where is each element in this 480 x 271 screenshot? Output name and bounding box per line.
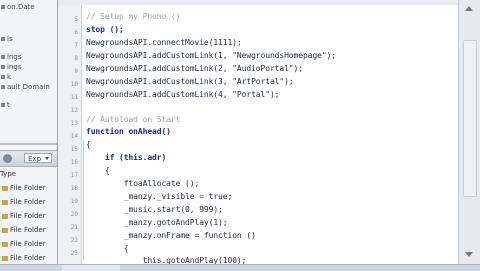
- code-line: // Autoload on Start: [86, 115, 181, 124]
- line-number: 6: [74, 29, 78, 36]
- expand-icon: [1, 102, 5, 107]
- folder-icon: [2, 227, 8, 233]
- line-number: 5: [74, 16, 78, 23]
- panel-divider[interactable]: [0, 143, 57, 145]
- line-number: 15: [70, 146, 78, 153]
- scroll-down-icon[interactable]: [465, 252, 473, 257]
- tree-item[interactable]: ault Domain: [0, 82, 50, 93]
- view-dropdown[interactable]: Exp: [24, 153, 52, 163]
- code-line: _manzy.onFrame = function (): [86, 231, 256, 240]
- line-number: 14: [70, 133, 78, 140]
- list-item[interactable]: File Folder: [0, 251, 57, 265]
- expand-icon: [1, 54, 5, 59]
- code-line: _music.start(0, 999);: [86, 205, 223, 214]
- line-number: 11: [70, 94, 78, 101]
- code-line: // Setup my Phono (): [86, 12, 181, 21]
- expand-icon: [1, 4, 5, 9]
- explorer-panel: on.Date ls ings ings k ault Domain t Exp…: [0, 0, 58, 270]
- line-number: 19: [70, 198, 78, 205]
- code-line: ftoaAllocate ();: [86, 179, 200, 188]
- folder-icon: [2, 213, 8, 219]
- line-number: 22: [70, 237, 78, 244]
- list-item[interactable]: File Folder: [0, 181, 57, 195]
- expand-icon: [1, 74, 5, 79]
- list-item[interactable]: File Folder: [0, 237, 57, 251]
- line-number: 7: [74, 42, 78, 49]
- folder-icon: [2, 199, 8, 205]
- bottom-tab[interactable]: [62, 265, 120, 271]
- line-number: 17: [70, 172, 78, 179]
- column-header-type[interactable]: Type: [0, 167, 57, 181]
- line-number: 16: [70, 159, 78, 166]
- code-line: function onAhead(): [86, 127, 171, 136]
- line-number: 20: [70, 211, 78, 218]
- line-number: 21: [70, 224, 78, 231]
- line-number: 18: [70, 185, 78, 192]
- code-line: NewgroundsAPI.addCustomLink(1, "Newgroun…: [86, 51, 336, 60]
- scroll-thumb[interactable]: [463, 40, 477, 197]
- fold-guide: [83, 140, 84, 260]
- folder-icon: [2, 255, 8, 261]
- expand-icon: [1, 84, 5, 89]
- code-line: if (this.adr): [86, 153, 167, 162]
- list-item[interactable]: File Folder: [0, 209, 57, 223]
- tree-item[interactable]: on.Date: [0, 2, 35, 13]
- line-number-gutter: 5 6 7 8 9 10 11 12 13 14 15 16 17 18 19 …: [58, 5, 82, 264]
- code-line: NewgroundsAPI.addCustomLink(3, "ArtPorta…: [86, 77, 294, 86]
- editor-header: [58, 0, 458, 5]
- expand-icon: [1, 64, 5, 69]
- code-line: _manzy._visible = true;: [86, 192, 233, 201]
- vertical-scrollbar[interactable]: [458, 0, 480, 264]
- code-line: NewgroundsAPI.connectMovie(1111);: [86, 38, 242, 47]
- tree-item[interactable]: t: [0, 100, 10, 111]
- code-line: {: [86, 140, 91, 149]
- expand-icon: [1, 36, 5, 41]
- code-line: {: [86, 244, 129, 253]
- code-line: NewgroundsAPI.addCustomLink(2, "AudioPor…: [86, 64, 303, 73]
- tree-item[interactable]: ls: [0, 34, 13, 45]
- line-number: 23: [70, 250, 78, 257]
- line-number: 10: [70, 81, 78, 88]
- line-number: 13: [70, 120, 78, 127]
- line-number: 8: [74, 55, 78, 62]
- code-line: _manzy.gotoAndPlay(1);: [86, 218, 228, 227]
- scroll-up-icon[interactable]: [465, 6, 473, 11]
- gear-icon[interactable]: [3, 154, 12, 163]
- code-line: stop ();: [86, 25, 124, 34]
- line-number: 9: [74, 68, 78, 75]
- chevron-down-icon: [45, 157, 49, 160]
- folder-icon: [2, 241, 8, 247]
- list-item[interactable]: File Folder: [0, 195, 57, 209]
- code-line: {: [86, 166, 110, 175]
- code-line: NewgroundsAPI.addCustomLink(4, "Portal")…: [86, 90, 280, 99]
- folder-icon: [2, 185, 8, 191]
- panel-toolbar: Exp: [0, 150, 57, 167]
- line-number: 12: [70, 107, 78, 114]
- list-item[interactable]: File Folder: [0, 223, 57, 237]
- code-editor[interactable]: 5 6 7 8 9 10 11 12 13 14 15 16 17 18 19 …: [58, 0, 458, 265]
